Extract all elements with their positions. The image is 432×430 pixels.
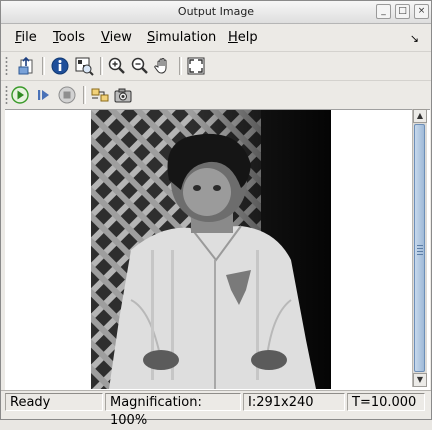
scroll-up-arrow-icon[interactable]: ▲ (413, 109, 427, 123)
minimize-button[interactable]: _ (376, 4, 391, 19)
status-bar: Ready Magnification: 100% I:291x240 T=10… (1, 390, 431, 428)
status-time: T=10.000 (347, 393, 425, 411)
toolbar-separator (42, 57, 45, 75)
window-title: Output Image (177, 5, 255, 18)
scroll-thumb[interactable] (414, 124, 425, 372)
scroll-down-arrow-icon[interactable]: ▼ (413, 373, 427, 387)
menu-bar: File Tools View Simulation Help ↘ (1, 26, 431, 50)
zoom-in-icon[interactable] (106, 55, 128, 77)
info-icon[interactable] (49, 55, 71, 77)
image-viewport[interactable] (5, 109, 430, 390)
play-icon[interactable] (9, 84, 31, 106)
highlight-block-icon[interactable] (89, 84, 111, 106)
pixel-region-icon[interactable] (73, 55, 95, 77)
output-image-window: Output Image _ □ × File Tools View Simul… (0, 0, 432, 428)
fit-to-window-icon[interactable] (185, 55, 207, 77)
status-image-info: I:291x240 (243, 393, 345, 411)
title-bar[interactable]: Output Image _ □ × (1, 1, 431, 24)
vertical-scrollbar[interactable]: ▲ ▼ (412, 109, 427, 387)
output-image (91, 110, 331, 389)
toolbar-separator (83, 86, 86, 104)
toolbar-simulation (1, 80, 431, 109)
status-magnification: Magnification: 100% (105, 393, 241, 428)
close-button[interactable]: × (414, 4, 429, 19)
snapshot-camera-icon[interactable] (112, 84, 134, 106)
step-forward-icon[interactable] (33, 84, 55, 106)
dock-arrow-icon[interactable]: ↘ (410, 32, 419, 45)
menu-tools[interactable]: Tools (53, 30, 85, 45)
toolbar-grip[interactable] (5, 85, 8, 105)
stop-icon[interactable] (56, 84, 78, 106)
status-state: Ready (5, 393, 103, 411)
maximize-button[interactable]: □ (395, 4, 410, 19)
menu-help[interactable]: Help (228, 30, 258, 45)
toolbar-grip[interactable] (5, 56, 8, 76)
toolbar-separator (100, 57, 103, 75)
export-to-workspace-icon[interactable] (15, 55, 37, 77)
zoom-out-icon[interactable] (129, 55, 151, 77)
scroll-thumb-grip (417, 245, 423, 255)
toolbar-image-tools (1, 51, 431, 80)
menu-view[interactable]: View (101, 30, 132, 45)
toolbar-separator (179, 57, 182, 75)
pan-hand-icon[interactable] (152, 55, 174, 77)
menu-simulation[interactable]: Simulation (147, 30, 216, 45)
menu-file[interactable]: File (15, 30, 37, 45)
